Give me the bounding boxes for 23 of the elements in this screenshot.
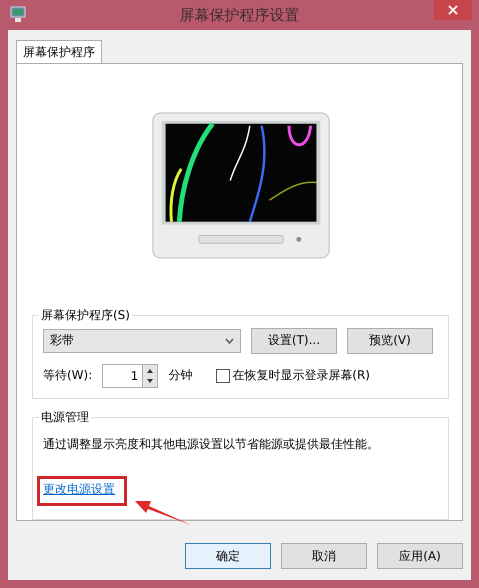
spinbox-value: 1 xyxy=(130,368,140,383)
dialog-button[interactable]: 取消 xyxy=(281,543,367,569)
dialog-button[interactable]: 应用(A) xyxy=(377,543,463,569)
power-settings-link[interactable]: 更改电源设置 xyxy=(43,480,115,498)
close-icon xyxy=(448,5,458,15)
dropdown-value: 彩带 xyxy=(50,332,74,350)
checkbox-label[interactable]: 在恢复时显示登录屏幕(R) xyxy=(232,367,370,384)
description-text: 通过调整显示亮度和其他电源设置以节省能源或提供最佳性能。 xyxy=(43,436,380,453)
checkbox[interactable] xyxy=(216,368,230,383)
group-title: 电源管理 xyxy=(40,408,90,426)
wait-spinbox[interactable]: 1 xyxy=(102,364,158,388)
wait-label: 等待(W): xyxy=(43,367,92,384)
chevron-down-icon xyxy=(225,338,234,344)
monitor-icon xyxy=(10,6,26,23)
preview-button[interactable]: 预览(V) xyxy=(347,328,433,354)
window-title: 屏幕保护程序设置 xyxy=(178,6,300,24)
dialog-button[interactable]: 确定 xyxy=(185,543,271,569)
close-button[interactable] xyxy=(434,0,472,20)
unit-label: 分钟 xyxy=(168,367,192,384)
screensaver-dropdown[interactable]: 彩带 xyxy=(43,328,241,353)
tab[interactable]: 屏幕保护程序 xyxy=(16,40,102,63)
settings-button[interactable]: 设置(T)... xyxy=(251,328,337,354)
group-title: 屏幕保护程序(S) xyxy=(40,306,131,324)
